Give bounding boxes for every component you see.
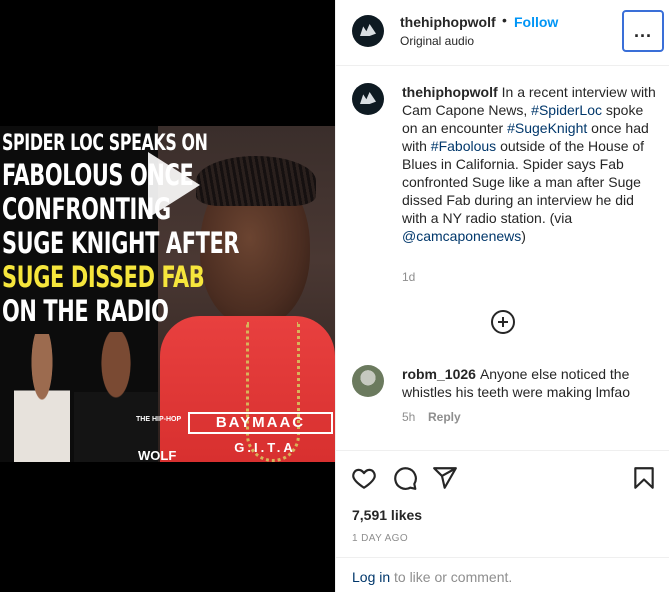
headline-line: SUGE KNIGHT AFTER <box>2 226 240 260</box>
comments-section: thehiphopwolf In a recent interview with … <box>336 67 669 450</box>
comment-timestamp[interactable]: 5h <box>402 410 415 424</box>
audio-label[interactable]: Original audio <box>400 34 474 48</box>
headline-line: CONFRONTING <box>2 192 171 226</box>
action-bar: 7,591 likes 1 DAY AGO <box>336 450 669 550</box>
login-prompt-text: to like or comment. <box>394 569 513 585</box>
hashtag-link[interactable]: #SugeKnight <box>507 120 587 136</box>
login-prompt: Log in to like or comment. <box>336 557 669 592</box>
hashtag-link[interactable]: #Fabolous <box>431 138 496 154</box>
heart-icon[interactable] <box>351 465 377 491</box>
reply-button[interactable]: Reply <box>428 410 461 424</box>
share-icon[interactable] <box>432 465 458 491</box>
channel-logo: WOLF <box>138 448 177 462</box>
comment-icon[interactable] <box>392 465 418 491</box>
play-icon[interactable] <box>148 152 200 218</box>
bookmark-icon[interactable] <box>631 465 657 491</box>
avatar[interactable] <box>352 15 384 47</box>
caption-username[interactable]: thehiphopwolf <box>402 84 498 100</box>
headline-line: FABOLOUS ONCE <box>2 158 194 192</box>
headline-line-highlight: SUGE DISSED FAB <box>2 260 205 294</box>
caption-text: ) <box>521 228 526 244</box>
post-caption: thehiphopwolf In a recent interview with … <box>402 83 656 245</box>
caption-timestamp[interactable]: 1d <box>402 270 415 284</box>
shirt-print-top: BAYMAAC <box>188 412 333 434</box>
post-panel: thehiphopwolf • Follow Original audio ..… <box>335 0 669 592</box>
headline-line: SPIDER LOC SPEAKS ON <box>2 131 208 156</box>
more-options-icon[interactable]: ... <box>622 10 664 52</box>
headline-line: ON THE RADIO <box>2 294 169 328</box>
fabolous-photo <box>74 332 158 462</box>
suge-knight-photo <box>14 334 70 462</box>
author-username[interactable]: thehiphopwolf <box>400 14 496 30</box>
hashtag-link[interactable]: #SpiderLoc <box>531 102 602 118</box>
avatar[interactable] <box>352 365 384 397</box>
avatar[interactable] <box>352 83 384 115</box>
post-date[interactable]: 1 DAY AGO <box>352 533 408 544</box>
add-comment-icon[interactable] <box>491 310 515 334</box>
follow-button[interactable]: Follow <box>514 14 558 30</box>
shirt-print-bottom: G.I.T.A <box>234 440 296 455</box>
comment-username[interactable]: robm_1026 <box>402 366 476 382</box>
mention-link[interactable]: @camcaponenews <box>402 228 521 244</box>
post-header: thehiphopwolf • Follow Original audio ..… <box>336 0 669 66</box>
comment: robm_1026 Anyone else noticed the whistle… <box>402 365 656 401</box>
thumbnail-headline: SPIDER LOC SPEAKS ON FABOLOUS ONCE CONFR… <box>2 130 240 328</box>
channel-logo-small: THE HIP-HOP <box>136 416 182 423</box>
post-media[interactable]: BAYMAAC G.I.T.A SPIDER LOC SPEAKS ON FAB… <box>0 0 335 592</box>
separator-dot: • <box>502 12 507 28</box>
like-count[interactable]: 7,591 likes <box>352 507 422 523</box>
interviewee-hair <box>196 156 316 206</box>
login-link[interactable]: Log in <box>352 569 390 585</box>
